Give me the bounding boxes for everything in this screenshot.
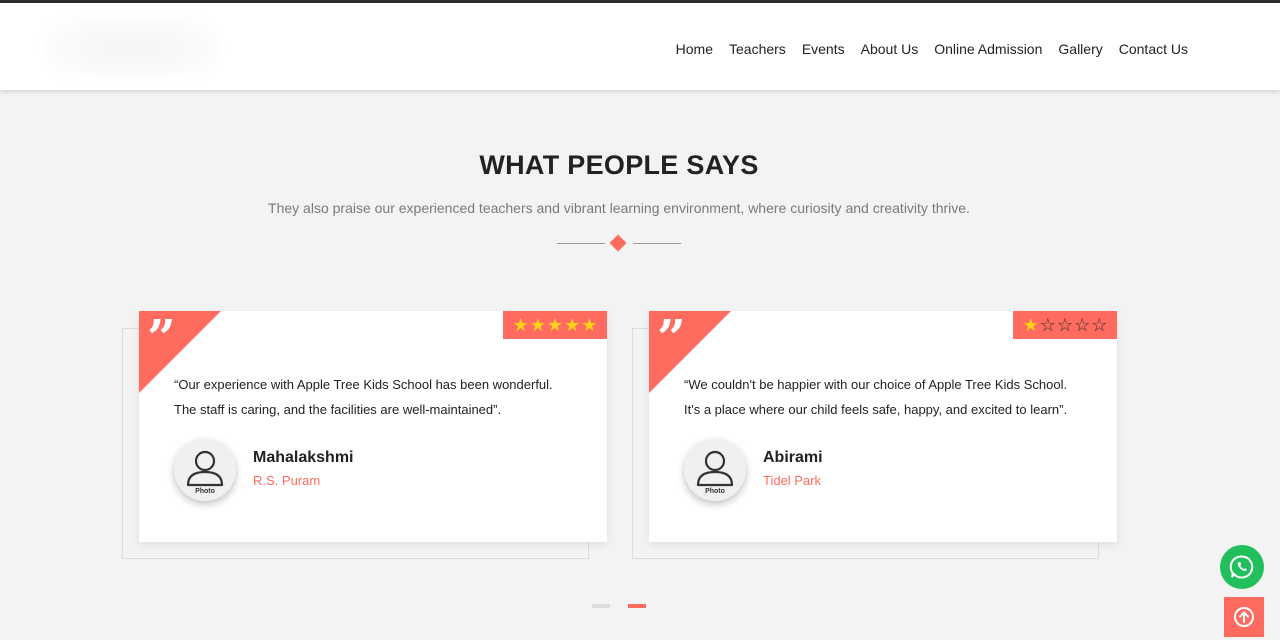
site-header: Home Teachers Events About Us Online Adm… xyxy=(0,3,1280,90)
avatar: Photo xyxy=(684,439,746,501)
star-filled-icon: ★ xyxy=(564,314,581,335)
star-filled-icon: ★ xyxy=(1022,314,1039,335)
reviewer-location: Tidel Park xyxy=(763,473,822,488)
star-filled-icon: ★ xyxy=(581,314,598,335)
back-to-top-button[interactable] xyxy=(1224,597,1264,637)
nav-teachers[interactable]: Teachers xyxy=(729,41,786,57)
quote-icon: ” xyxy=(147,308,176,367)
carousel-dot[interactable] xyxy=(628,604,646,608)
star-empty-icon: ☆ xyxy=(1091,314,1108,335)
svg-text:Photo: Photo xyxy=(705,488,725,495)
nav-events[interactable]: Events xyxy=(802,41,845,57)
nav-online-admission[interactable]: Online Admission xyxy=(934,41,1042,57)
star-rating: ★ ★ ★ ★ ★ xyxy=(503,311,607,339)
section-divider xyxy=(557,234,681,252)
star-empty-icon: ☆ xyxy=(1039,314,1056,335)
star-filled-icon: ★ xyxy=(546,314,564,335)
quote-icon: ” xyxy=(657,308,686,367)
nav-home[interactable]: Home xyxy=(676,41,713,57)
carousel-dot[interactable] xyxy=(592,604,610,608)
whatsapp-button[interactable] xyxy=(1220,545,1264,589)
user-icon: Photo xyxy=(186,450,224,495)
testimonial-card: ” ★ ★ ★ ★ ★ “Our experience with Apple Tree … xyxy=(122,311,607,559)
main-nav: Home Teachers Events About Us Online Adm… xyxy=(676,41,1188,57)
nav-about-us[interactable]: About Us xyxy=(861,41,919,57)
star-empty-icon: ☆ xyxy=(1056,314,1074,335)
star-filled-icon: ★ xyxy=(529,314,546,335)
testimonial-quote: “We couldn't be happier with our choice … xyxy=(684,377,1068,417)
reviewer-name: Abirami xyxy=(763,449,823,466)
reviewer-location: R.S. Puram xyxy=(253,473,321,488)
whatsapp-icon xyxy=(1229,555,1254,579)
arrow-up-circle-icon xyxy=(1234,607,1254,627)
section-title: WHAT PEOPLE SAYS xyxy=(479,150,759,180)
avatar: Photo xyxy=(174,439,236,501)
star-rating: ★ ☆ ☆ ☆ ☆ xyxy=(1013,311,1117,339)
user-icon: Photo xyxy=(696,450,734,495)
section-subtitle: They also praise our experienced teacher… xyxy=(268,200,970,216)
star-filled-icon: ★ xyxy=(512,314,529,335)
carousel-pagination xyxy=(592,604,646,608)
star-empty-icon: ☆ xyxy=(1074,314,1091,335)
site-logo[interactable] xyxy=(44,17,220,77)
reviewer-name: Mahalakshmi xyxy=(253,449,354,466)
testimonial-card: ” ★ ☆ ☆ ☆ ☆ “We couldn't be happier with our… xyxy=(632,311,1117,559)
nav-gallery[interactable]: Gallery xyxy=(1058,41,1102,57)
nav-contact-us[interactable]: Contact Us xyxy=(1119,41,1188,57)
svg-text:Photo: Photo xyxy=(195,488,215,495)
testimonial-quote: “Our experience with Apple Tree Kids Sch… xyxy=(174,377,553,417)
